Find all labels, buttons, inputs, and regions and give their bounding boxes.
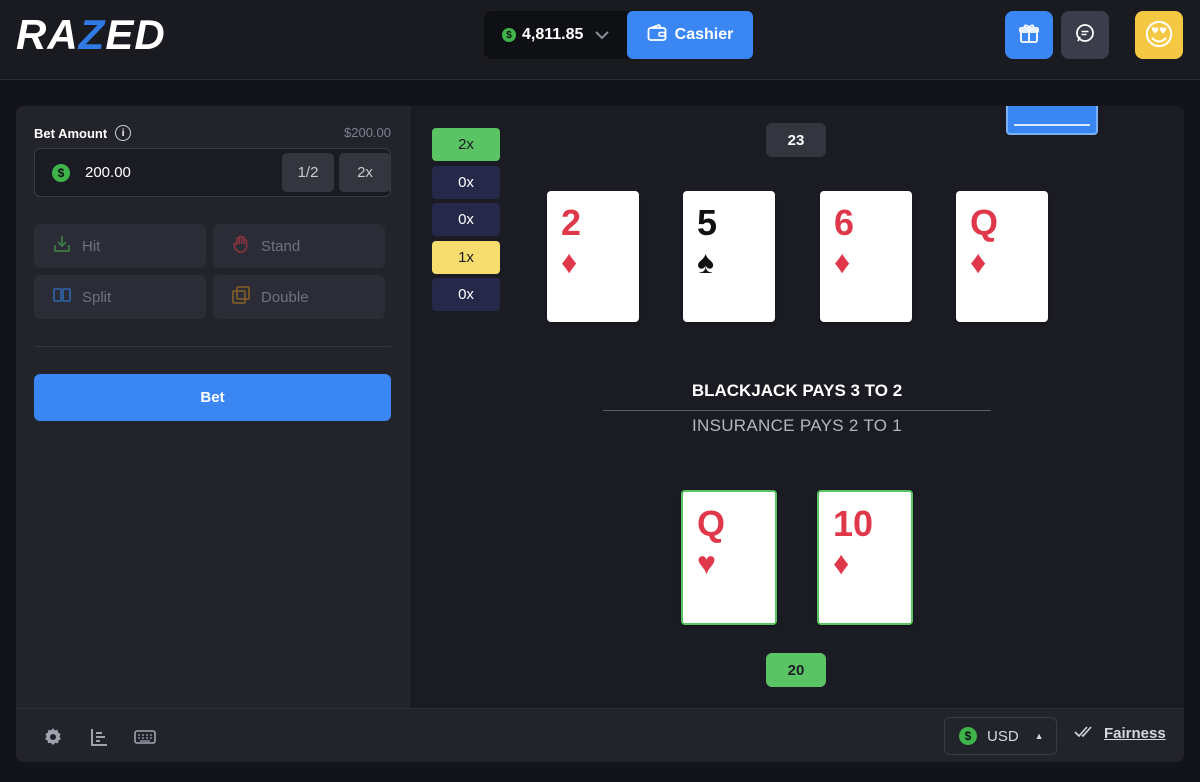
spade-suit-icon: ♠ bbox=[697, 244, 714, 280]
double-down-button[interactable]: Double bbox=[213, 275, 385, 319]
diamond-suit-icon: ♦ bbox=[833, 545, 850, 581]
card-rank: 2 bbox=[561, 202, 582, 243]
player-card: Q ♥ bbox=[681, 490, 777, 625]
info-icon[interactable]: i bbox=[115, 125, 132, 141]
balance-amount: 4,811.85 bbox=[522, 26, 584, 43]
bet-button[interactable]: Bet bbox=[34, 374, 391, 421]
game-footer: $ USD ▲ Fairness bbox=[16, 708, 1184, 762]
multiplier-badge: 0x bbox=[432, 166, 500, 199]
multiplier-badge: 1x bbox=[432, 241, 500, 274]
dealer-card: 5 ♠ bbox=[683, 191, 775, 322]
fairness-label: Fairness bbox=[1104, 725, 1166, 742]
diamond-suit-icon: ♦ bbox=[834, 244, 851, 280]
stats-icon[interactable] bbox=[88, 726, 110, 748]
dollar-coin-icon: $ bbox=[959, 727, 977, 745]
dollar-coin-icon: $ bbox=[52, 164, 70, 182]
hit-icon bbox=[52, 234, 72, 258]
razed-logo[interactable]: RAZED bbox=[16, 14, 166, 56]
bet-amount-input[interactable]: $ 200.00 1/2 2x bbox=[34, 148, 391, 197]
currency-select[interactable]: $ USD ▲ bbox=[944, 717, 1057, 755]
card-rank: 10 bbox=[833, 503, 874, 544]
player-card: 10 ♦ bbox=[817, 490, 913, 625]
stand-button[interactable]: Stand bbox=[213, 224, 385, 268]
heart-suit-icon: ♥ bbox=[697, 545, 716, 581]
stop-hand-icon bbox=[231, 234, 251, 258]
rewards-button[interactable] bbox=[1005, 11, 1053, 59]
card-deck bbox=[1006, 106, 1098, 135]
dollar-coin-icon: $ bbox=[502, 28, 516, 42]
top-header: RAZED $ 4,811.85 Cashier 😍 bbox=[0, 0, 1200, 80]
cashier-button[interactable]: Cashier bbox=[627, 11, 753, 59]
bet-amount-label: Bet Amount i bbox=[34, 125, 132, 141]
half-bet-button[interactable]: 1/2 bbox=[282, 153, 334, 192]
gift-icon bbox=[1018, 22, 1040, 49]
diamond-suit-icon: ♦ bbox=[561, 244, 578, 280]
multiplier-badge: 0x bbox=[432, 203, 500, 236]
logo-text-prefix: RA bbox=[16, 11, 79, 58]
card-rank: Q bbox=[970, 202, 999, 243]
wallet-icon bbox=[647, 23, 667, 47]
bet-amount-label-text: Bet Amount bbox=[34, 125, 108, 141]
double-cards-icon bbox=[231, 285, 251, 309]
cashier-label: Cashier bbox=[674, 26, 734, 43]
table-divider bbox=[603, 410, 991, 411]
blackjack-pays-text: BLACKJACK PAYS 3 TO 2 bbox=[691, 381, 903, 400]
divider bbox=[34, 346, 391, 347]
keyboard-icon[interactable] bbox=[134, 726, 156, 748]
wallet-widget: $ 4,811.85 Cashier bbox=[484, 11, 753, 59]
double-down-label: Double bbox=[261, 288, 309, 306]
card-rank: 5 bbox=[697, 202, 718, 243]
chat-button[interactable] bbox=[1061, 11, 1109, 59]
caret-up-icon: ▲ bbox=[1034, 731, 1044, 741]
bet-amount-value[interactable]: 200.00 bbox=[85, 164, 131, 181]
diamond-suit-icon: ♦ bbox=[970, 244, 987, 280]
dealer-score-badge: 23 bbox=[766, 123, 826, 157]
logo-text-accent: Z bbox=[78, 11, 106, 58]
bet-controls-sidebar: Bet Amount i $200.00 $ 200.00 1/2 2x Hit… bbox=[16, 106, 410, 708]
dealer-card: 6 ♦ bbox=[820, 191, 912, 322]
stand-label: Stand bbox=[261, 237, 301, 255]
settings-gear-icon[interactable] bbox=[42, 726, 64, 748]
dealer-card: Q ♦ bbox=[956, 191, 1048, 322]
multiplier-badge: 2x bbox=[432, 128, 500, 161]
balance-dropdown[interactable]: $ 4,811.85 bbox=[502, 11, 610, 59]
bet-amount-usd-value: $200.00 bbox=[344, 125, 391, 140]
player-score-badge: 20 bbox=[766, 653, 826, 687]
insurance-pays-text: INSURANCE PAYS 2 TO 1 bbox=[691, 416, 903, 435]
multiplier-badge: 0x bbox=[432, 278, 500, 311]
avatar[interactable]: 😍 bbox=[1135, 11, 1183, 59]
split-label: Split bbox=[82, 288, 112, 306]
chat-bubble-icon bbox=[1074, 22, 1096, 49]
dealer-card: 2 ♦ bbox=[547, 191, 639, 322]
double-check-icon bbox=[1074, 725, 1096, 742]
chevron-down-icon bbox=[595, 27, 610, 43]
double-bet-button[interactable]: 2x bbox=[339, 153, 391, 192]
split-button[interactable]: Split bbox=[34, 275, 206, 319]
card-rank: Q bbox=[697, 503, 726, 544]
fairness-link[interactable]: Fairness bbox=[1074, 725, 1166, 742]
hit-label: Hit bbox=[82, 237, 101, 255]
split-icon bbox=[52, 285, 72, 309]
currency-label: USD bbox=[987, 727, 1019, 745]
card-rank: 6 bbox=[834, 202, 855, 243]
logo-text-suffix: ED bbox=[105, 11, 166, 58]
game-panel: Bet Amount i $200.00 $ 200.00 1/2 2x Hit… bbox=[16, 106, 1184, 762]
hit-button[interactable]: Hit bbox=[34, 224, 206, 268]
